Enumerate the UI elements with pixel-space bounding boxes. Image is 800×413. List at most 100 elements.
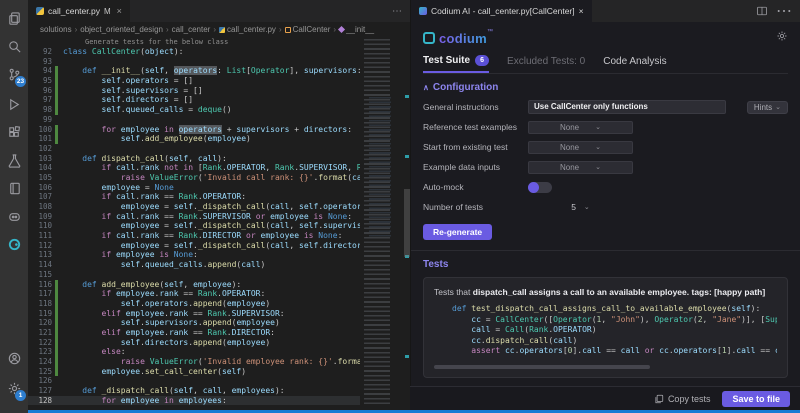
tab-excluded-tests[interactable]: Excluded Tests: 0 — [507, 50, 585, 73]
explorer-icon[interactable] — [0, 6, 28, 30]
tab-code-analysis[interactable]: Code Analysis — [603, 50, 666, 73]
breadcrumb-item[interactable]: call_center.py — [219, 25, 276, 34]
reference-test-examples-select[interactable]: None ⌄ — [528, 121, 633, 134]
code-line[interactable]: 113 if employee is None: — [28, 250, 360, 260]
scm-badge: 23 — [15, 76, 26, 87]
run-debug-icon[interactable] — [0, 92, 28, 116]
example-data-inputs-select[interactable]: None ⌄ — [528, 161, 633, 174]
tab-test-suite[interactable]: Test Suite 6 — [423, 50, 489, 73]
minimap[interactable] — [360, 37, 404, 410]
modified-indicator: M — [104, 7, 111, 16]
chevron-down-icon: ⌄ — [595, 163, 601, 171]
code-line[interactable]: 109 if call.rank == Rank.SUPERVISOR or e… — [28, 212, 360, 222]
code-line[interactable]: 127 def _dispatch_call(self, call, emplo… — [28, 386, 360, 396]
more-actions-ellipsis-icon[interactable]: ⋯ — [776, 1, 792, 21]
code-line[interactable]: 92class CallCenter(object): — [28, 47, 360, 57]
breadcrumb-item[interactable]: call_center — [172, 25, 211, 34]
code-line[interactable]: 95 self.operators = [] — [28, 76, 360, 86]
reference-test-examples-label: Reference test examples — [423, 122, 528, 132]
save-to-file-button[interactable]: Save to file — [722, 391, 790, 407]
code-line[interactable]: 125 employee.set_call_center(self) — [28, 367, 360, 377]
collapse-caret-icon[interactable]: ∧ — [423, 83, 429, 92]
breadcrumb-item[interactable]: solutions — [40, 25, 72, 34]
code-line[interactable]: 96 self.supervisors = [] — [28, 86, 360, 96]
horizontal-scrollbar[interactable] — [434, 365, 650, 369]
test-card[interactable]: Tests that dispatch_call assigns a call … — [423, 277, 788, 378]
code-line[interactable]: 111 if call.rank == Rank.DIRECTOR or emp… — [28, 231, 360, 241]
codelens-generate-tests[interactable]: Generate tests for the below class — [28, 37, 410, 47]
code-line[interactable]: 121 elif employee.rank == Rank.DIRECTOR: — [28, 328, 360, 338]
panel-settings-gear-icon[interactable] — [776, 29, 788, 47]
code-lines: 92class CallCenter(object):9394 def __in… — [28, 47, 410, 405]
code-line[interactable]: 101 self.add_employee(employee) — [28, 134, 360, 144]
code-line[interactable]: 114 self.queued_calls.append(call) — [28, 260, 360, 270]
number-of-tests-select[interactable]: 5 ⌄ — [528, 202, 633, 212]
codium-panel-tab[interactable]: Codium AI - call_center.py[CallCenter] × — [411, 0, 592, 22]
code-line[interactable]: 118 self.operators.append(employee) — [28, 299, 360, 309]
code-line[interactable]: 99 — [28, 115, 360, 125]
notebook-icon[interactable] — [0, 176, 28, 200]
settings-gear-icon[interactable]: 1 — [0, 376, 28, 400]
test-beaker-icon[interactable] — [0, 148, 28, 172]
code-line[interactable]: 108 employee = self._dispatch_call(call,… — [28, 202, 360, 212]
code-line[interactable]: 120 self.supervisors.append(employee) — [28, 318, 360, 328]
copy-tests-button[interactable]: Copy tests — [654, 394, 711, 404]
codium-brand: codium — [439, 31, 487, 46]
code-line[interactable]: 122 self.directors.append(employee) — [28, 338, 360, 348]
config-row-automock: Auto-mock — [423, 180, 788, 194]
toggle-knob — [528, 182, 539, 193]
editor-actions-ellipsis-icon[interactable]: ⋯ — [384, 6, 410, 17]
code-line[interactable]: 98 self.queued_calls = deque() — [28, 105, 360, 115]
breadcrumb-item[interactable]: object_oriented_design — [80, 25, 163, 34]
code-line[interactable]: 104 if call.rank not in [Rank.OPERATOR, … — [28, 163, 360, 173]
breadcrumb-separator: › — [279, 25, 282, 34]
section-divider — [411, 250, 800, 251]
breadcrumb-item[interactable]: __init__ — [339, 25, 374, 34]
breadcrumb-separator: › — [166, 25, 169, 34]
split-editor-icon[interactable] — [756, 5, 768, 17]
code-line[interactable]: 100 for employee in operators + supervis… — [28, 125, 360, 135]
close-icon[interactable]: × — [579, 6, 584, 16]
code-line[interactable]: 116 def add_employee(self, employee): — [28, 280, 360, 290]
code-line[interactable]: 115 — [28, 270, 360, 280]
code-line[interactable]: 126 — [28, 376, 360, 386]
code-line[interactable]: 93 — [28, 57, 360, 67]
test-code-line: call = Call(Rank.OPERATOR) — [452, 325, 777, 336]
extensions-icon[interactable] — [0, 120, 28, 144]
code-line[interactable]: 119 elif employee.rank == Rank.SUPERVISO… — [28, 309, 360, 319]
codium-icon[interactable] — [0, 232, 28, 256]
source-control-icon[interactable]: 23 — [0, 62, 28, 86]
close-icon[interactable]: × — [117, 6, 122, 16]
account-icon[interactable] — [0, 346, 28, 370]
auto-mock-toggle[interactable] — [528, 182, 552, 193]
code-line[interactable]: 124 raise ValueError('Invalid employee r… — [28, 357, 360, 367]
regenerate-button[interactable]: Re-generate — [423, 224, 492, 240]
code-line[interactable]: 110 employee = self._dispatch_call(call,… — [28, 221, 360, 231]
configuration-section-header[interactable]: ∧ Configuration — [423, 82, 788, 93]
overview-mark — [405, 155, 409, 158]
copy-icon — [654, 394, 664, 404]
code-line[interactable]: 105 raise ValueError('Invalid call rank:… — [28, 173, 360, 183]
start-from-existing-test-select[interactable]: None ⌄ — [528, 141, 633, 154]
code-area[interactable]: Generate tests for the below class 92cla… — [28, 37, 410, 410]
panel-tab-bar: Codium AI - call_center.py[CallCenter] ×… — [411, 0, 800, 22]
code-line[interactable]: 123 else: — [28, 347, 360, 357]
code-line[interactable]: 117 if employee.rank == Rank.OPERATOR: — [28, 289, 360, 299]
code-line[interactable]: 107 if call.rank == Rank.OPERATOR: — [28, 192, 360, 202]
code-line[interactable]: 94 def __init__(self, operators: List[Op… — [28, 66, 360, 76]
hints-button[interactable]: Hints ⌄ — [747, 101, 788, 114]
code-line[interactable]: 97 self.directors = [] — [28, 95, 360, 105]
assistant-icon[interactable] — [0, 204, 28, 228]
search-icon[interactable] — [0, 34, 28, 58]
code-line[interactable]: 128 for employee in employees: — [28, 396, 360, 406]
start-from-existing-test-label: Start from existing test — [423, 142, 528, 152]
code-line[interactable]: 106 employee = None — [28, 183, 360, 193]
code-line[interactable]: 102 — [28, 144, 360, 154]
editor-tab[interactable]: call_center.py M × — [28, 0, 130, 22]
code-line[interactable]: 112 employee = self._dispatch_call(call,… — [28, 241, 360, 251]
general-instructions-input[interactable]: Use CallCenter only functions — [528, 100, 726, 114]
breadcrumb-item[interactable]: CallCenter — [285, 25, 331, 34]
test-description: Tests that dispatch_call assigns a call … — [434, 286, 777, 298]
breadcrumb[interactable]: solutions›object_oriented_design›call_ce… — [28, 22, 410, 37]
code-line[interactable]: 103 def dispatch_call(self, call): — [28, 154, 360, 164]
